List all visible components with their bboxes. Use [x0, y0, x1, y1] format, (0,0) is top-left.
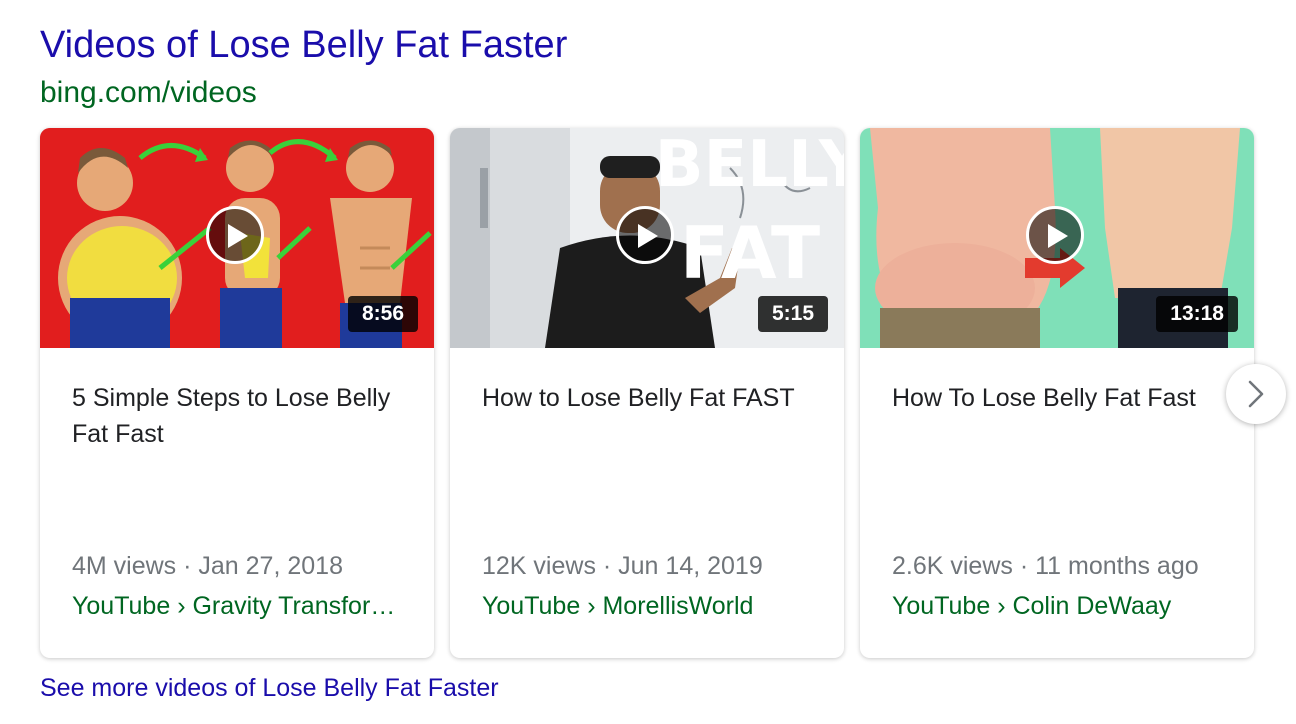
carousel-next-button[interactable] [1226, 364, 1286, 424]
chevron-right-icon [1248, 380, 1264, 408]
video-channel[interactable]: YouTube › Colin DeWaay [892, 592, 1232, 621]
video-channel[interactable]: YouTube › MorellisWorld [482, 592, 822, 621]
video-title[interactable]: How to Lose Belly Fat FAST [482, 380, 822, 416]
play-button[interactable] [1026, 206, 1084, 264]
duration-badge: 13:18 [1156, 296, 1238, 332]
results-title-link[interactable]: Videos of Lose Belly Fat Faster [40, 24, 567, 67]
play-button[interactable] [206, 206, 264, 264]
play-icon [1048, 224, 1068, 248]
play-icon [638, 224, 658, 248]
duration-badge: 5:15 [757, 296, 828, 332]
video-title[interactable]: 5 Simple Steps to Lose Belly Fat Fast [72, 380, 412, 452]
video-meta: 2.6K views · 11 months ago [892, 552, 1199, 580]
thumb-word-belly: BELLY [655, 128, 844, 202]
play-button[interactable] [616, 206, 674, 264]
video-meta: 12K views · Jun 14, 2019 [482, 552, 763, 580]
video-card-1[interactable]: 8:56 5 Simple Steps to Lose Belly Fat Fa… [40, 128, 434, 658]
see-more-videos-link[interactable]: See more videos of Lose Belly Fat Faster [40, 674, 499, 703]
play-icon [228, 224, 248, 248]
video-card-2[interactable]: BELLY FAT 5:15 How to Lose Belly Fat FAS… [450, 128, 844, 658]
video-thumbnail-3[interactable]: 13:18 [860, 128, 1254, 348]
video-title[interactable]: How To Lose Belly Fat Fast [892, 380, 1232, 416]
duration-badge: 8:56 [347, 296, 418, 332]
source-url[interactable]: bing.com/videos [40, 76, 257, 110]
thumb-word-fat: FAT [680, 211, 820, 295]
video-card-3[interactable]: 13:18 How To Lose Belly Fat Fast 2.6K vi… [860, 128, 1254, 658]
video-channel[interactable]: YouTube › Gravity Transformation - Fat L… [72, 592, 412, 621]
video-meta: 4M views · Jan 27, 2018 [72, 552, 343, 580]
video-thumbnail-2[interactable]: BELLY FAT 5:15 [450, 128, 844, 348]
video-thumbnail-1[interactable]: 8:56 [40, 128, 434, 348]
